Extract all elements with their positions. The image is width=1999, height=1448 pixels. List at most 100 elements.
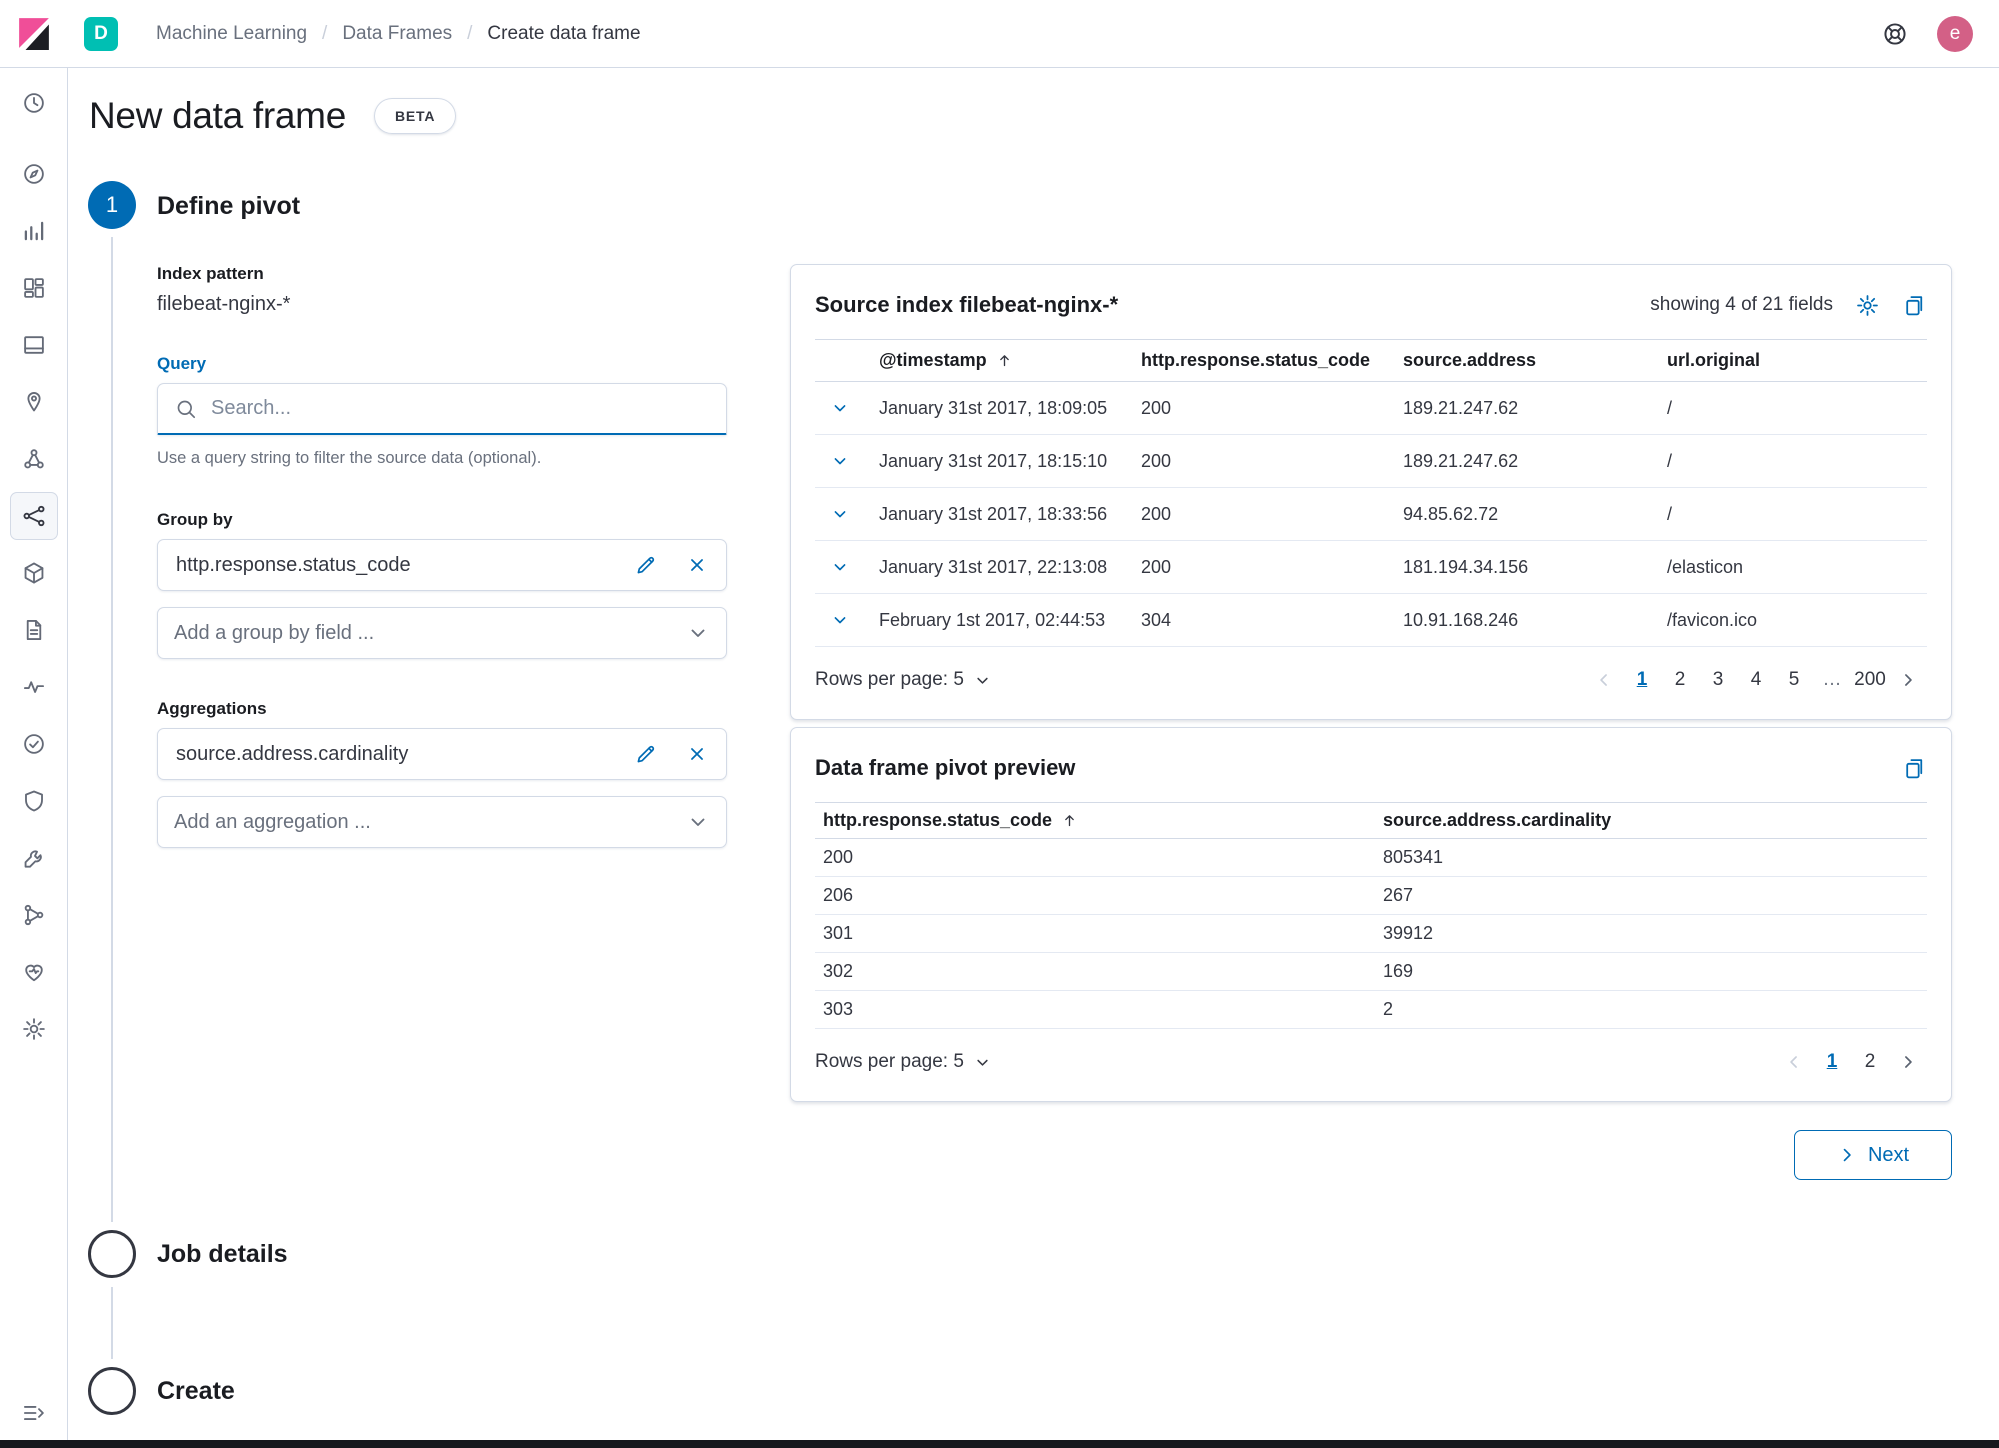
column-header-status-code[interactable]: http.response.status_code: [815, 802, 1375, 839]
pivot-preview-panel: Data frame pivot preview http.response.s…: [790, 727, 1952, 1102]
source-address-cell: 189.21.247.62: [1395, 434, 1659, 488]
step-connector: [111, 237, 113, 1222]
sidebar-item-canvas[interactable]: [10, 321, 58, 369]
sidebar-item-pipelines[interactable]: [10, 891, 58, 939]
column-header-cardinality[interactable]: source.address.cardinality: [1375, 802, 1927, 839]
sidebar-item-graph[interactable]: [10, 435, 58, 483]
pivot-panel-title: Data frame pivot preview: [815, 755, 1076, 780]
aggregations-label: Aggregations: [157, 699, 267, 718]
edit-aggregation-button[interactable]: [634, 742, 658, 766]
sidebar-item-apm[interactable]: [10, 663, 58, 711]
space-badge[interactable]: D: [84, 16, 118, 51]
previous-page-button[interactable]: [1585, 661, 1623, 699]
next-page-button[interactable]: [1889, 1043, 1927, 1081]
page-ellipsis: …: [1822, 669, 1842, 690]
sidebar-item-discover[interactable]: [10, 150, 58, 198]
breadcrumb-link[interactable]: Data Frames: [342, 23, 452, 45]
clock-icon: [23, 93, 44, 113]
machine-learning-icon: [23, 505, 44, 527]
previous-page-button[interactable]: [1775, 1043, 1813, 1081]
step-3-indicator: [88, 1367, 136, 1415]
query-search-input[interactable]: [211, 397, 710, 420]
expand-row-button[interactable]: [823, 502, 857, 526]
url-cell: /favicon.ico: [1659, 593, 1927, 647]
chevron-down-icon: [834, 405, 846, 412]
index-pattern-value: filebeat-nginx-*: [157, 293, 291, 315]
sidebar-item-infrastructure[interactable]: [10, 549, 58, 597]
page-button[interactable]: 2: [1851, 1043, 1889, 1081]
table-row: January 31st 2017, 18:33:56 200 94.85.62…: [815, 487, 1927, 541]
help-button[interactable]: [1881, 20, 1909, 48]
top-bar: D Machine Learning / Data Frames / Creat…: [0, 0, 1999, 68]
pulse-icon: [23, 681, 44, 693]
page-button[interactable]: 2: [1661, 661, 1699, 699]
chevron-down-icon: [977, 1059, 988, 1066]
page-button[interactable]: 5: [1775, 661, 1813, 699]
edit-group-by-button[interactable]: [634, 553, 658, 577]
breadcrumb-link[interactable]: Machine Learning: [156, 23, 307, 45]
query-search-field[interactable]: [157, 383, 727, 435]
sidebar-item-uptime[interactable]: [10, 720, 58, 768]
expand-row-button[interactable]: [823, 555, 857, 579]
aggregation-item: source.address.cardinality: [157, 728, 727, 780]
expand-row-button[interactable]: [823, 396, 857, 420]
add-aggregation-placeholder: Add an aggregation ...: [174, 810, 371, 833]
remove-group-by-button[interactable]: [686, 554, 708, 576]
cardinality-cell: 805341: [1375, 838, 1927, 877]
page-button[interactable]: 1: [1623, 661, 1661, 699]
rows-per-page-button[interactable]: Rows per page: 5: [815, 669, 992, 691]
next-button[interactable]: Next: [1794, 1130, 1952, 1180]
column-header-source-address[interactable]: source.address: [1395, 339, 1659, 382]
expand-row-button[interactable]: [823, 449, 857, 473]
chevron-down-icon: [834, 564, 846, 571]
source-pagination: 1 2 3 4 5 … 200: [1585, 661, 1927, 699]
chevron-down-icon: [834, 511, 846, 518]
sidebar-item-recently-viewed[interactable]: [10, 79, 58, 127]
add-group-by-field-select[interactable]: Add a group by field ...: [157, 607, 727, 659]
dashboard-grid-icon: [23, 278, 44, 298]
timestamp-cell: February 1st 2017, 02:44:53: [871, 593, 1133, 647]
page-button[interactable]: 200: [1851, 661, 1889, 699]
add-aggregation-select[interactable]: Add an aggregation ...: [157, 796, 727, 848]
sidebar-item-dashboard[interactable]: [10, 264, 58, 312]
help-icon: [1884, 22, 1906, 45]
step-1-indicator: 1: [88, 181, 136, 229]
next-page-button[interactable]: [1889, 661, 1927, 699]
table-row: February 1st 2017, 02:44:53 304 10.91.16…: [815, 593, 1927, 647]
gear-icon: [22, 1018, 45, 1040]
document-icon: [26, 619, 41, 641]
page-button[interactable]: 4: [1737, 661, 1775, 699]
column-settings-button[interactable]: [1855, 293, 1880, 318]
pencil-icon: [637, 556, 655, 574]
column-header-url-original[interactable]: url.original: [1659, 339, 1927, 382]
table-row: January 31st 2017, 18:15:10 200 189.21.2…: [815, 434, 1927, 488]
user-avatar[interactable]: e: [1937, 15, 1973, 52]
clipboard-copy-icon: [1906, 295, 1923, 315]
sidebar-item-machine-learning[interactable]: [9, 492, 58, 540]
page-button[interactable]: 1: [1813, 1043, 1851, 1081]
column-header-status-code[interactable]: http.response.status_code: [1133, 339, 1395, 382]
column-header-timestamp[interactable]: @timestamp: [871, 339, 1133, 382]
rows-per-page-button[interactable]: Rows per page: 5: [815, 1051, 992, 1073]
bar-chart-icon: [24, 221, 43, 241]
sidebar-item-logs[interactable]: [10, 606, 58, 654]
map-pin-icon: [26, 391, 41, 412]
nav-collapse-button[interactable]: [0, 1400, 68, 1426]
app-nav-sidebar: [0, 68, 68, 1440]
sidebar-item-siem[interactable]: [10, 777, 58, 825]
step-connector: [111, 1287, 113, 1359]
group-by-label: Group by: [157, 510, 233, 529]
copy-to-clipboard-button[interactable]: [1902, 756, 1927, 781]
kibana-logo[interactable]: [0, 17, 68, 51]
expand-row-button[interactable]: [823, 608, 857, 632]
page-button[interactable]: 3: [1699, 661, 1737, 699]
remove-aggregation-button[interactable]: [686, 743, 708, 765]
sidebar-item-management[interactable]: [10, 1005, 58, 1053]
sidebar-item-dev-tools[interactable]: [10, 834, 58, 882]
copy-to-clipboard-button[interactable]: [1902, 293, 1927, 318]
sidebar-item-maps[interactable]: [10, 378, 58, 426]
sidebar-item-visualize[interactable]: [10, 207, 58, 255]
status-code-cell: 206: [815, 876, 1375, 915]
sidebar-item-monitoring[interactable]: [10, 948, 58, 996]
source-address-cell: 181.194.34.156: [1395, 540, 1659, 594]
